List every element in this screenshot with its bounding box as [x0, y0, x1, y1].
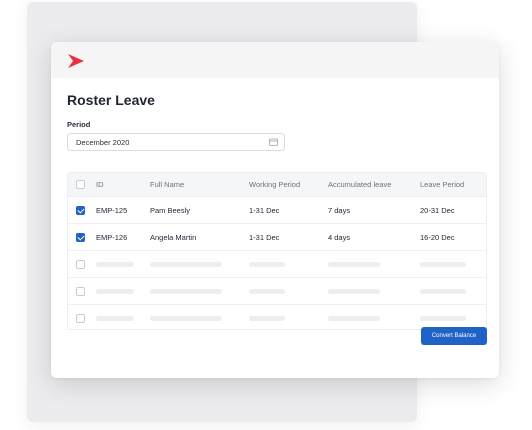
- row-checkbox[interactable]: [76, 232, 85, 242]
- row-checkbox-cell: [76, 224, 85, 250]
- placeholder-bar: [249, 251, 285, 277]
- calendar-icon[interactable]: [269, 138, 278, 146]
- row-checkbox[interactable]: [76, 286, 85, 296]
- employee-name: Angela Martin: [150, 232, 197, 242]
- convert-balance-button[interactable]: Convert Balance: [421, 327, 487, 345]
- placeholder-bar: [150, 251, 222, 277]
- header-accumulated-leave[interactable]: Accumulated leave: [328, 173, 391, 196]
- placeholder-bar: [328, 305, 380, 329]
- header-id[interactable]: ID: [96, 173, 104, 196]
- placeholder-bar: [96, 251, 134, 277]
- brand-chevron-icon: [68, 54, 84, 68]
- row-checkbox[interactable]: [76, 259, 85, 269]
- working-period: 1-31 Dec: [249, 205, 280, 215]
- working-period: 1-31 Dec: [249, 232, 280, 242]
- header-leave-period[interactable]: Leave Period: [420, 173, 464, 196]
- placeholder-bar: [96, 305, 134, 329]
- accumulated-leave: 7 days: [328, 205, 351, 215]
- row-checkbox-cell: [76, 251, 85, 277]
- row-checkbox-cell: [76, 278, 85, 304]
- table-header-row: ID Full Name Working Period Accumulated …: [68, 173, 486, 197]
- row-checkbox-cell: [76, 305, 85, 329]
- period-date-picker[interactable]: December 2020: [67, 133, 285, 151]
- leave-period: 16-20 Dec: [420, 232, 455, 242]
- select-all-checkbox[interactable]: [76, 180, 85, 189]
- employee-leave-table: ID Full Name Working Period Accumulated …: [67, 172, 487, 330]
- period-value: December 2020: [76, 138, 130, 147]
- placeholder-row: [68, 251, 486, 278]
- placeholder-bar: [150, 305, 222, 329]
- placeholder-bar: [249, 305, 285, 329]
- employee-name: Pam Beesly: [150, 205, 191, 215]
- select-all-cell: [76, 173, 85, 196]
- roster-leave-card: Roster Leave Period December 2020 ID Ful…: [51, 42, 499, 378]
- row-checkbox[interactable]: [76, 205, 85, 215]
- leave-period: 20-31 Dec: [420, 205, 455, 215]
- page-title: Roster Leave: [67, 92, 155, 108]
- placeholder-bar: [328, 251, 380, 277]
- table-row[interactable]: EMP-125 Pam Beesly 1-31 Dec 7 days 20-31…: [68, 197, 486, 224]
- placeholder-bar: [328, 278, 380, 304]
- employee-id: EMP-125: [96, 205, 128, 215]
- placeholder-bar: [150, 278, 222, 304]
- employee-id: EMP-126: [96, 232, 128, 242]
- card-header: [51, 42, 499, 78]
- placeholder-bar: [249, 278, 285, 304]
- row-checkbox-cell: [76, 197, 85, 223]
- placeholder-bar: [420, 278, 466, 304]
- period-label: Period: [67, 120, 91, 129]
- header-working-period[interactable]: Working Period: [249, 173, 300, 196]
- accumulated-leave: 4 days: [328, 232, 351, 242]
- placeholder-row: [68, 278, 486, 305]
- table-row[interactable]: EMP-126 Angela Martin 1-31 Dec 4 days 16…: [68, 224, 486, 251]
- placeholder-bar: [420, 251, 466, 277]
- placeholder-bar: [96, 278, 134, 304]
- header-full-name[interactable]: Full Name: [150, 173, 184, 196]
- row-checkbox[interactable]: [76, 313, 85, 323]
